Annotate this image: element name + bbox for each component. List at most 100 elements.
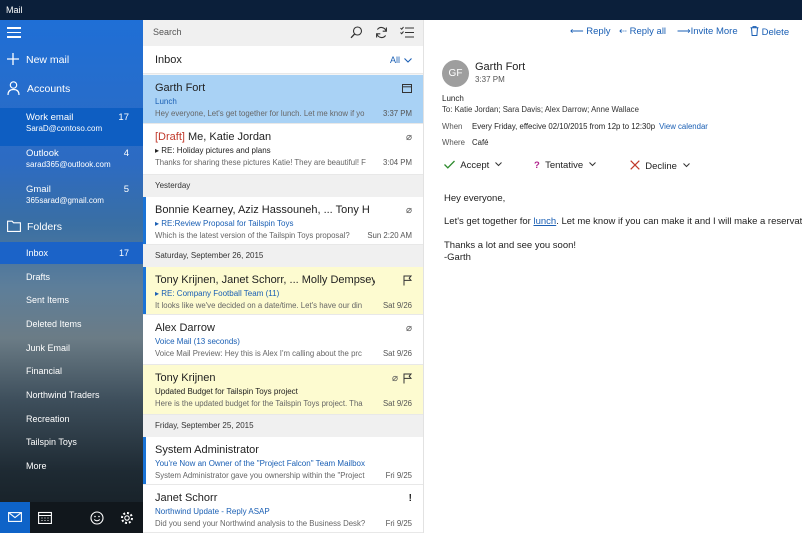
chevron-down-icon[interactable]: [404, 58, 412, 63]
calendar-icon: [402, 84, 412, 93]
folder-junk-email[interactable]: Junk Email: [0, 337, 143, 359]
message-sender: [Draft] Me, Katie Jordan: [155, 131, 375, 143]
date-separator: Yesterday: [143, 175, 423, 197]
folder-northwind-traders[interactable]: Northwind Traders: [0, 384, 143, 406]
folder-name: Recreation: [26, 414, 70, 424]
new-mail-label: New mail: [26, 54, 70, 66]
folder-title: Inbox: [155, 54, 182, 66]
calendar-switch-button[interactable]: [30, 502, 60, 533]
accounts-header[interactable]: Accounts: [0, 79, 143, 99]
message-sender: Alex Darrow: [155, 322, 215, 334]
folder-recreation[interactable]: Recreation: [0, 408, 143, 430]
folder-header: Inbox All: [143, 46, 423, 74]
message-item[interactable]: Tony Krijnen, Janet Schorr, ... Molly De…: [143, 267, 423, 315]
message-item[interactable]: Garth Fort Lunch Hey everyone, Let's get…: [143, 75, 423, 124]
mail-switch-button[interactable]: [0, 502, 30, 533]
new-mail-button[interactable]: New mail: [0, 50, 143, 70]
message-item[interactable]: Janet Schorr ! Northwind Update - Reply …: [143, 485, 423, 533]
hamburger-menu-icon[interactable]: [7, 27, 21, 38]
reply-all-button[interactable]: ⇠ Reply all: [619, 26, 666, 37]
selection-mode-icon[interactable]: [400, 26, 414, 39]
flag-icon[interactable]: [403, 275, 412, 286]
unread-indicator: [143, 267, 146, 314]
body-text: . Let me know if you can make it and I w…: [556, 216, 802, 227]
sync-icon[interactable]: [375, 26, 388, 39]
attachment-icon: ⌀: [405, 132, 412, 143]
unread-indicator: [143, 437, 146, 484]
message-preview: Hey everyone, Let's get together for lun…: [155, 109, 365, 118]
message-item[interactable]: System Administrator You're Now an Owner…: [143, 437, 423, 485]
when-label: When: [442, 122, 463, 131]
folder-deleted-items[interactable]: Deleted Items: [0, 313, 143, 335]
message-subject: Voice Mail (13 seconds): [155, 337, 240, 346]
person-icon: [7, 81, 20, 95]
email-body-greeting: Hey everyone,: [444, 193, 506, 204]
folder-name: Northwind Traders: [26, 390, 100, 400]
folder-name: More: [26, 461, 47, 471]
search-input[interactable]: Search: [153, 27, 182, 37]
settings-button[interactable]: [112, 502, 142, 533]
view-calendar-link[interactable]: View calendar: [659, 122, 708, 131]
delete-button[interactable]: Delete: [750, 26, 789, 38]
message-sender: Garth Fort: [155, 82, 206, 94]
chevron-down-icon: [495, 162, 502, 167]
sender-name: Garth Fort: [475, 61, 526, 73]
app-title: Mail: [6, 5, 23, 15]
folder-tailspin-toys[interactable]: Tailspin Toys: [0, 431, 143, 453]
tentative-button[interactable]: ? Tentative: [534, 160, 596, 171]
folder-more[interactable]: More: [0, 455, 143, 477]
folder-sent-items[interactable]: Sent Items: [0, 289, 143, 311]
account-outlook[interactable]: Outlook sarad365@outlook.com 4: [0, 144, 143, 182]
folder-financial[interactable]: Financial: [0, 360, 143, 382]
lunch-link[interactable]: lunch: [533, 216, 556, 227]
message-item[interactable]: Bonnie Kearney, Aziz Hassouneh, ... Tony…: [143, 197, 423, 245]
folder-drafts[interactable]: Drafts: [0, 266, 143, 288]
folders-header[interactable]: Folders: [0, 217, 143, 237]
mail-icon: [8, 512, 22, 522]
folder-inbox[interactable]: Inbox 17: [0, 242, 143, 264]
invite-more-label: Invite More: [690, 26, 738, 37]
folder-name: Drafts: [26, 272, 51, 282]
gear-icon: [121, 512, 133, 524]
account-name: Gmail: [26, 184, 51, 195]
to-label: To:: [442, 105, 453, 114]
account-email: SaraD@contoso.com: [26, 124, 103, 133]
search-box[interactable]: Search: [143, 20, 423, 46]
decline-label: Decline: [645, 161, 677, 172]
calendar-icon: [38, 511, 52, 524]
folder-icon: [7, 220, 21, 232]
account-gmail[interactable]: Gmail 365sarad@gmail.com 5: [0, 180, 143, 218]
message-item[interactable]: Tony Krijnen ⌀ Updated Budget for Tailsp…: [143, 365, 423, 415]
account-email: 365sarad@gmail.com: [26, 196, 104, 205]
question-mark-icon: ?: [534, 160, 540, 171]
account-work-email[interactable]: Work email SaraD@contoso.com 17: [0, 108, 143, 146]
sent-time: 3:37 PM: [475, 75, 505, 84]
recipients: To: Katie Jordan; Sara Davis; Alex Darro…: [442, 105, 639, 114]
filter-dropdown[interactable]: All: [390, 55, 400, 65]
account-email: sarad365@outlook.com: [26, 160, 111, 169]
feedback-button[interactable]: [82, 502, 112, 533]
message-time: Fri 9/25: [385, 519, 412, 528]
message-preview: Thanks for sharing these pictures Katie!…: [155, 158, 366, 167]
reply-all-icon: ⇠: [619, 26, 627, 37]
account-name: Outlook: [26, 148, 59, 159]
invite-more-button[interactable]: ⟶Invite More: [677, 26, 738, 37]
reply-button[interactable]: ⟵ Reply: [570, 26, 611, 37]
date-separator: Saturday, September 26, 2015: [143, 245, 423, 267]
account-name: Work email: [26, 112, 74, 123]
decline-button[interactable]: Decline: [630, 160, 690, 172]
message-time: Sat 9/26: [382, 349, 412, 358]
message-preview: Voice Mail Preview: Hey this is Alex I'm…: [155, 349, 362, 358]
flag-icon[interactable]: [403, 373, 412, 384]
email-body-line: Let's get together for lunch. Let me kno…: [444, 216, 802, 227]
unread-count: 4: [123, 148, 129, 159]
search-icon[interactable]: [350, 26, 363, 39]
message-item[interactable]: [Draft] Me, Katie Jordan ⌀ ▸ RE: Holiday…: [143, 124, 423, 175]
forward-arrow-icon: ⟶: [677, 26, 691, 37]
accept-button[interactable]: Accept: [444, 160, 502, 171]
message-subject: Northwind Update - Reply ASAP: [155, 507, 270, 516]
message-time: Sun 2:20 AM: [367, 231, 412, 240]
message-item[interactable]: Alex Darrow ⌀ Voice Mail (13 seconds) Vo…: [143, 315, 423, 365]
title-bar: Mail: [0, 0, 802, 20]
chevron-down-icon: [682, 163, 690, 168]
